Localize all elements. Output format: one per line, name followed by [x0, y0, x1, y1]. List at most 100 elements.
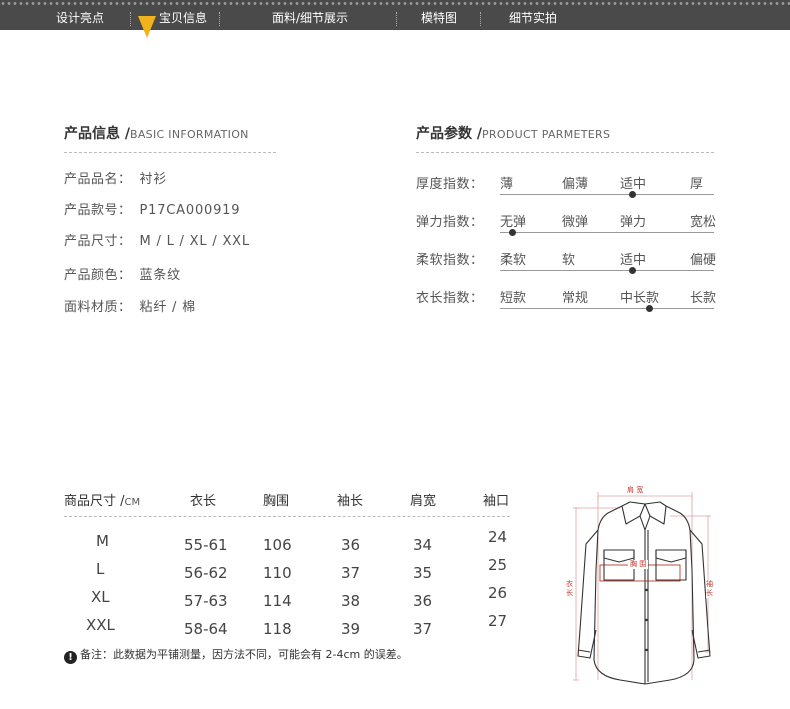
parameters-subtitle: PRODUCT PARMETERS: [482, 128, 611, 141]
param-level-marker: [629, 191, 637, 198]
size-value-cell: 25: [488, 556, 508, 574]
param-option: 宽松: [690, 215, 717, 230]
param-option: 厚: [690, 177, 704, 192]
size-table-header-size: 商品尺寸 /CM: [64, 490, 140, 509]
size-value-cell: 56-62: [184, 564, 228, 582]
chest-label: 胸 围: [628, 560, 649, 569]
param-option: 软: [562, 253, 576, 268]
nav-separator: [480, 12, 481, 26]
size-table-header-sleeve: 袖长: [337, 494, 364, 509]
size-value-cell: 35: [413, 564, 433, 582]
info-value: 蓝条纹: [139, 268, 181, 283]
basic-info-subtitle: BASIC INFORMATION: [130, 128, 249, 141]
info-label: 产品颜色：: [64, 268, 132, 283]
shirt-outline-icon: [573, 492, 711, 685]
top-nav-bar: 设计亮点 宝贝信息 面料/细节展示 模特图 细节实拍: [0, 0, 790, 30]
nav-dotted-border: [0, 1, 790, 6]
info-row-style-number: 产品款号： P17CA000919: [64, 199, 240, 218]
size-value-cell: 114: [263, 592, 292, 610]
param-option: 弹力: [620, 215, 647, 230]
size-table-header-chest: 胸围: [263, 494, 290, 509]
info-label: 面料材质：: [64, 300, 132, 315]
param-option: 适中: [620, 253, 647, 268]
size-cell: XXL: [86, 616, 115, 634]
size-value-cell: 110: [263, 564, 292, 582]
size-value-cell: 36: [341, 536, 361, 554]
nav-separator: [396, 12, 397, 26]
param-level-marker: [646, 305, 654, 312]
warning-icon: !: [64, 651, 77, 664]
basic-info-heading: 产品信息 /BASIC INFORMATION: [64, 123, 249, 143]
info-label: 产品尺寸：: [64, 234, 132, 249]
param-option: 偏硬: [690, 253, 717, 268]
param-scale-line: [500, 232, 714, 233]
basic-info-divider: [64, 152, 276, 153]
size-cell: XL: [91, 588, 110, 606]
param-option: 常规: [562, 291, 589, 306]
param-option: 中长款: [620, 291, 660, 306]
sleeve-length-label: 袖 长: [706, 580, 713, 598]
size-value-cell: 26: [488, 584, 508, 602]
size-value-cell: 37: [341, 564, 361, 582]
param-level-marker: [629, 267, 637, 274]
size-value-cell: 106: [263, 536, 292, 554]
nav-tab-model-photos[interactable]: 模特图: [421, 10, 457, 26]
param-option: 薄: [500, 177, 514, 192]
shoulder-width-label: 肩 宽: [627, 486, 644, 494]
param-option: 长款: [690, 291, 717, 306]
size-header-label: 商品尺寸 /: [64, 494, 125, 509]
nav-separator: [219, 12, 220, 26]
size-table-header-cuff: 袖口: [483, 494, 510, 509]
size-value-cell: 58-64: [184, 620, 228, 638]
shirt-measurement-diagram: 肩 宽 胸 围 衣 长 袖 长: [560, 480, 730, 694]
info-value: M / L / XL / XXL: [139, 234, 250, 249]
measurement-note-text: 备注：此数据为平铺测量，因方法不同，可能会有 2-4cm 的误差。: [80, 648, 408, 661]
param-scale-line: [500, 270, 714, 271]
param-label: 衣长指数：: [416, 291, 484, 306]
param-label: 柔软指数：: [416, 253, 484, 268]
size-value-cell: 36: [413, 592, 433, 610]
size-value-cell: 27: [488, 612, 508, 630]
parameters-title: 产品参数 /: [416, 126, 482, 142]
size-value-cell: 38: [341, 592, 361, 610]
param-option: 短款: [500, 291, 527, 306]
basic-info-title: 产品信息 /: [64, 126, 130, 142]
param-option: 柔软: [500, 253, 527, 268]
size-value-cell: 118: [263, 620, 292, 638]
info-label: 产品款号：: [64, 203, 132, 218]
param-option: 适中: [620, 177, 647, 192]
info-value: 衬衫: [139, 172, 168, 187]
param-scale-line: [500, 308, 714, 309]
param-scale-line: [500, 194, 714, 195]
size-value-cell: 55-61: [184, 536, 228, 554]
size-value-cell: 57-63: [184, 592, 228, 610]
size-value-cell: 24: [488, 528, 508, 546]
size-table-header-shoulder: 肩宽: [410, 494, 437, 509]
size-value-cell: 34: [413, 536, 433, 554]
param-level-marker: [509, 229, 517, 236]
parameters-divider: [416, 152, 714, 153]
info-value: 粘纤 / 棉: [139, 300, 196, 315]
param-option: 偏薄: [562, 177, 589, 192]
active-tab-pointer-icon: [138, 16, 156, 38]
param-label: 弹力指数：: [416, 215, 484, 230]
nav-tab-fabric-details[interactable]: 面料/细节展示: [272, 10, 348, 26]
param-option: 无弹: [500, 215, 527, 230]
nav-tab-design-highlights[interactable]: 设计亮点: [56, 10, 104, 26]
size-table-header-length: 衣长: [190, 494, 217, 509]
nav-tab-product-info[interactable]: 宝贝信息: [159, 10, 207, 26]
size-cell: M: [96, 532, 109, 550]
info-row-material: 面料材质： 粘纤 / 棉: [64, 296, 196, 315]
size-table-divider: [64, 516, 510, 517]
nav-separator: [130, 12, 131, 26]
info-row-color: 产品颜色： 蓝条纹: [64, 264, 181, 283]
info-row-sizes: 产品尺寸： M / L / XL / XXL: [64, 230, 250, 249]
nav-tab-detail-shots[interactable]: 细节实拍: [509, 10, 557, 26]
size-header-unit: CM: [124, 497, 141, 508]
info-value: P17CA000919: [139, 203, 241, 218]
parameters-heading: 产品参数 /PRODUCT PARMETERS: [416, 123, 610, 143]
size-value-cell: 39: [341, 620, 361, 638]
measurement-note: ! 备注：此数据为平铺测量，因方法不同，可能会有 2-4cm 的误差。: [64, 646, 408, 664]
param-option: 微弹: [562, 215, 589, 230]
length-label: 衣 长: [566, 580, 573, 598]
